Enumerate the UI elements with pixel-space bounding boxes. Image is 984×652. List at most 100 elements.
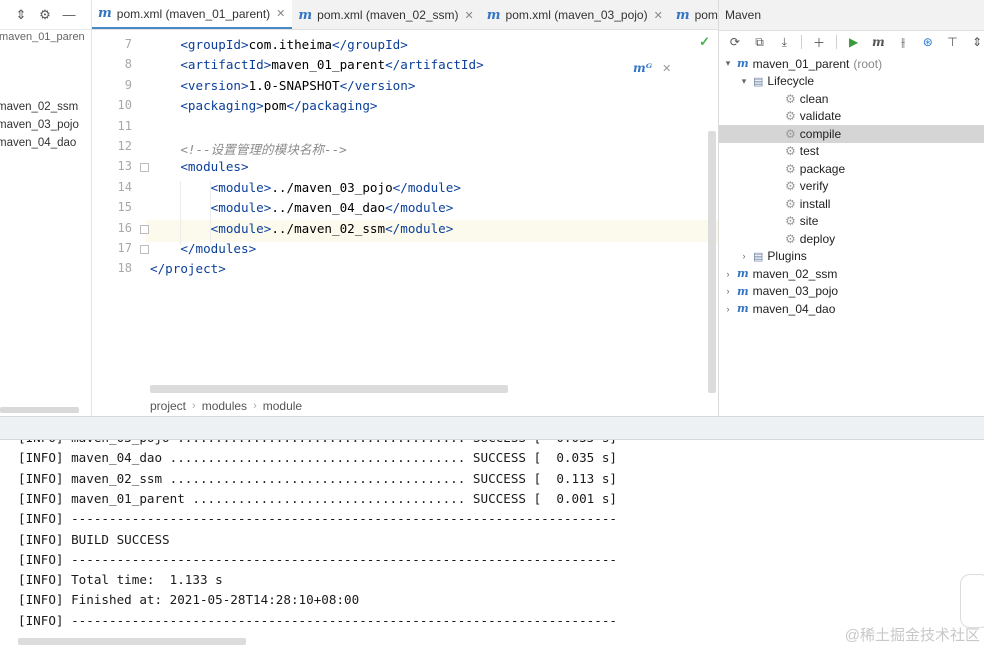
minimize-icon[interactable]: — xyxy=(62,7,76,22)
tab-pom-maven-01-parent[interactable]: m pom.xml (maven_01_parent) ✕ xyxy=(92,0,293,29)
maven-project-icon: m xyxy=(737,284,749,298)
maven-refresh-icon[interactable]: mᴳ xyxy=(633,61,652,75)
lifecycle-goal-test[interactable]: ⚙ test xyxy=(719,143,984,161)
fold-marker-icon[interactable] xyxy=(140,163,149,173)
chevron-right-icon: › xyxy=(253,400,257,412)
line-number-gutter: 7 8 9 10 11 12 13 14 15 16 17 18 xyxy=(92,31,146,416)
gear-icon: ⚙ xyxy=(785,91,796,106)
show-dependencies-icon[interactable]: ⊤ xyxy=(945,34,961,50)
xml-text: pom xyxy=(263,98,287,114)
lifecycle-goal-site[interactable]: ⚙ site xyxy=(719,213,984,231)
tree-label: install xyxy=(799,196,831,211)
tab-pom-maven-02-ssm[interactable]: m pom.xml (maven_02_ssm) ✕ xyxy=(292,0,480,29)
lifecycle-goal-validate[interactable]: ⚙ validate xyxy=(719,108,984,126)
console-line: [INFO] Finished at: 2021-05-28T14:28:10+… xyxy=(18,592,360,608)
download-icon[interactable]: ⤓ xyxy=(776,34,792,50)
project-item-maven-03-pojo[interactable]: maven_03_pojo xyxy=(0,119,79,131)
console-horizontal-scrollbar[interactable] xyxy=(18,638,246,645)
chevron-down-icon[interactable]: ▾ xyxy=(739,76,749,87)
console-line: [INFO] maven_01_parent .................… xyxy=(18,490,617,506)
xml-open-tag: <module> xyxy=(210,200,272,216)
code-line: <packaging>pom</packaging> xyxy=(150,98,377,114)
breadcrumb-modules[interactable]: modules xyxy=(202,399,247,413)
tab-pom-maven-03-pojo[interactable]: m pom.xml (maven_03_pojo) ✕ xyxy=(481,0,670,29)
fold-marker-icon[interactable] xyxy=(140,224,149,234)
maven-plugins-node[interactable]: › ▤ Plugins xyxy=(719,248,984,266)
chevron-down-icon[interactable]: ▾ xyxy=(723,58,733,69)
line-number: 17 xyxy=(117,241,132,255)
lifecycle-goal-verify[interactable]: ⚙ verify xyxy=(719,178,984,196)
run-icon[interactable]: ▶ xyxy=(846,34,862,50)
gear-icon[interactable]: ⚙ xyxy=(38,7,52,22)
tab-label: pom.xml (maven_03_pojo) xyxy=(505,8,648,22)
close-icon[interactable]: ✕ xyxy=(465,9,474,22)
line-number: 16 xyxy=(117,220,132,235)
editor-vertical-scrollbar[interactable] xyxy=(708,131,716,393)
xml-open-tag: <groupId> xyxy=(180,37,249,52)
tree-label: verify xyxy=(799,179,829,194)
code-editor[interactable]: 7 8 9 10 11 12 13 14 15 16 17 18 <groupId>com.ithei… xyxy=(92,31,718,416)
breadcrumb-project[interactable]: project xyxy=(150,399,186,413)
lifecycle-goal-deploy[interactable]: ⚙ deploy xyxy=(719,230,984,248)
gear-icon: ⚙ xyxy=(785,231,796,246)
code-line: </modules> xyxy=(150,241,256,256)
skip-tests-icon[interactable]: ⊛ xyxy=(920,34,936,50)
project-horizontal-scrollbar[interactable] xyxy=(0,407,79,413)
xml-text: com.itheima xyxy=(248,37,332,52)
line-number: 9 xyxy=(124,77,132,92)
line-number: 12 xyxy=(117,139,132,153)
maven-module-maven_02_ssm[interactable]: › m maven_02_ssm xyxy=(719,265,984,283)
line-number: 15 xyxy=(117,200,132,215)
tab-label: pom.xi xyxy=(694,8,718,22)
lifecycle-goal-install[interactable]: ⚙ install xyxy=(719,195,984,213)
lifecycle-goal-compile[interactable]: ⚙ compile xyxy=(719,125,984,143)
execute-goal-icon[interactable]: m xyxy=(870,34,886,50)
maven-root-project[interactable]: ▾ m maven_01_parent (root) xyxy=(719,55,984,73)
maven-load-changes-popup[interactable]: mᴳ ✕ xyxy=(629,57,673,79)
maven-lifecycle-node[interactable]: ▾ ▤ Lifecycle xyxy=(719,73,984,91)
xml-open-tag: </modules> xyxy=(180,241,257,256)
project-item-maven-02-ssm[interactable]: maven_02_ssm xyxy=(0,101,78,113)
collapse-all-icon[interactable]: ⇕ xyxy=(14,7,28,22)
breadcrumb-module[interactable]: module xyxy=(263,399,302,413)
gear-icon: ⚙ xyxy=(785,144,796,159)
xml-open-tag: <modules> xyxy=(180,159,249,175)
toolbar-separator xyxy=(801,35,803,49)
generate-sources-icon[interactable]: ⧉ xyxy=(752,34,768,50)
close-icon[interactable]: ✕ xyxy=(276,7,285,20)
gear-icon: ⚙ xyxy=(785,214,796,229)
console-line: [INFO] ---------------------------------… xyxy=(18,551,617,567)
line-number: 13 xyxy=(117,159,132,174)
lifecycle-goal-clean[interactable]: ⚙ clean xyxy=(719,90,984,108)
chevron-right-icon[interactable]: › xyxy=(739,251,749,261)
chevron-right-icon[interactable]: › xyxy=(723,304,733,314)
close-icon[interactable]: ✕ xyxy=(654,9,663,22)
close-icon[interactable]: ✕ xyxy=(662,62,671,75)
lifecycle-goal-package[interactable]: ⚙ package xyxy=(719,160,984,178)
add-icon[interactable]: ＋ xyxy=(811,34,827,50)
maven-project-icon: m xyxy=(737,267,749,281)
project-item-maven-04-dao[interactable]: maven_04_dao xyxy=(0,137,76,149)
toggle-offline-icon[interactable]: ⫲ xyxy=(895,34,911,50)
editor-horizontal-scrollbar[interactable] xyxy=(150,385,508,393)
floating-action-button[interactable] xyxy=(960,574,984,628)
editor-tab-bar: m pom.xml (maven_01_parent) ✕ m pom.xml … xyxy=(92,0,718,30)
chevron-right-icon[interactable]: › xyxy=(723,286,733,296)
collapse-all-icon[interactable]: ⇕ xyxy=(969,34,984,50)
xml-open-tag: </project> xyxy=(150,261,226,277)
tree-label: package xyxy=(799,161,846,176)
maven-module-maven_04_dao[interactable]: › m maven_04_dao xyxy=(719,300,984,318)
fold-marker-icon[interactable] xyxy=(140,245,149,254)
chevron-right-icon[interactable]: › xyxy=(723,269,733,279)
xml-text: ../maven_04_dao xyxy=(271,200,386,216)
line-number: 18 xyxy=(117,261,132,276)
tree-label: maven_02_ssm xyxy=(752,266,838,281)
xml-open-tag: <module> xyxy=(210,179,272,195)
maven-module-maven_03_pojo[interactable]: › m maven_03_pojo xyxy=(719,283,984,301)
tab-pom-overflow[interactable]: m pom.xi xyxy=(670,0,718,29)
reload-icon[interactable]: ⟳ xyxy=(727,34,743,50)
run-console[interactable]: [INFO] maven_03_pojo ...................… xyxy=(0,440,984,652)
